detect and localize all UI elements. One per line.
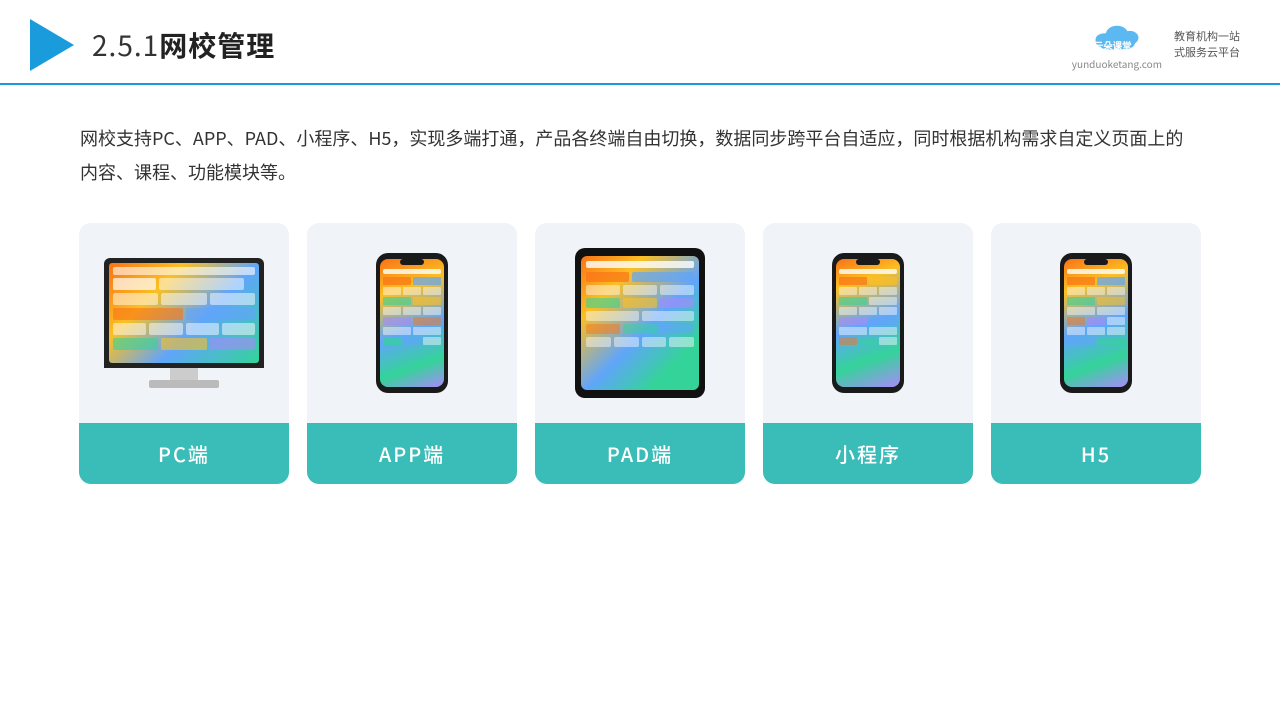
- miniapp-phone-screen: [836, 259, 900, 387]
- phone-mockup: [376, 253, 448, 393]
- page-header: 2.5.1网校管理 云朵课堂 yunduoketang.com 教育机构一站 式…: [0, 0, 1280, 85]
- pad-screen: [581, 256, 699, 390]
- app-label: APP端: [307, 423, 517, 484]
- pad-mockup: [575, 248, 705, 398]
- miniapp-phone-outer: [832, 253, 904, 393]
- h5-phone-outer: [1060, 253, 1132, 393]
- h5-phone-screen: [1064, 259, 1128, 387]
- h5-label: H5: [991, 423, 1201, 484]
- phone-screen: [380, 259, 444, 387]
- miniapp-phone-notch: [856, 259, 880, 265]
- phone-notch: [400, 259, 424, 265]
- pc-image-area: [79, 223, 289, 423]
- pc-card: PC端: [79, 223, 289, 484]
- brand-slogan: 教育机构一站 式服务云平台: [1174, 29, 1240, 60]
- brand-triangle-icon: [30, 19, 74, 71]
- page-title: 2.5.1网校管理: [92, 25, 275, 65]
- pc-screen-inner: [109, 263, 259, 363]
- phone-outer: [376, 253, 448, 393]
- miniapp-label: 小程序: [763, 423, 973, 484]
- pad-card: PAD端: [535, 223, 745, 484]
- page-description: 网校支持PC、APP、PAD、小程序、H5，实现多端打通，产品各终端自由切换，数…: [0, 85, 1280, 213]
- h5-phone-mockup: [1060, 253, 1132, 393]
- header-right: 云朵课堂 yunduoketang.com 教育机构一站 式服务云平台: [1072, 18, 1240, 71]
- miniapp-card: 小程序: [763, 223, 973, 484]
- pad-label: PAD端: [535, 423, 745, 484]
- h5-card: H5: [991, 223, 1201, 484]
- svg-text:云朵课堂: 云朵课堂: [1094, 41, 1132, 52]
- h5-image-area: [991, 223, 1201, 423]
- app-image-area: [307, 223, 517, 423]
- device-cards-container: PC端: [0, 213, 1280, 484]
- miniapp-image-area: [763, 223, 973, 423]
- pc-label: PC端: [79, 423, 289, 484]
- cloud-icon: 云朵课堂: [1087, 18, 1147, 54]
- miniapp-phone-mockup: [832, 253, 904, 393]
- app-card: APP端: [307, 223, 517, 484]
- pc-screen-outer: [104, 258, 264, 368]
- pad-outer: [575, 248, 705, 398]
- pc-mockup: [104, 258, 264, 388]
- pc-neck: [170, 368, 198, 380]
- header-left: 2.5.1网校管理: [30, 19, 275, 71]
- brand-logo: 云朵课堂 yunduoketang.com: [1072, 18, 1162, 71]
- pc-base: [149, 380, 219, 388]
- pad-image-area: [535, 223, 745, 423]
- brand-url: yunduoketang.com: [1072, 56, 1162, 71]
- h5-phone-notch: [1084, 259, 1108, 265]
